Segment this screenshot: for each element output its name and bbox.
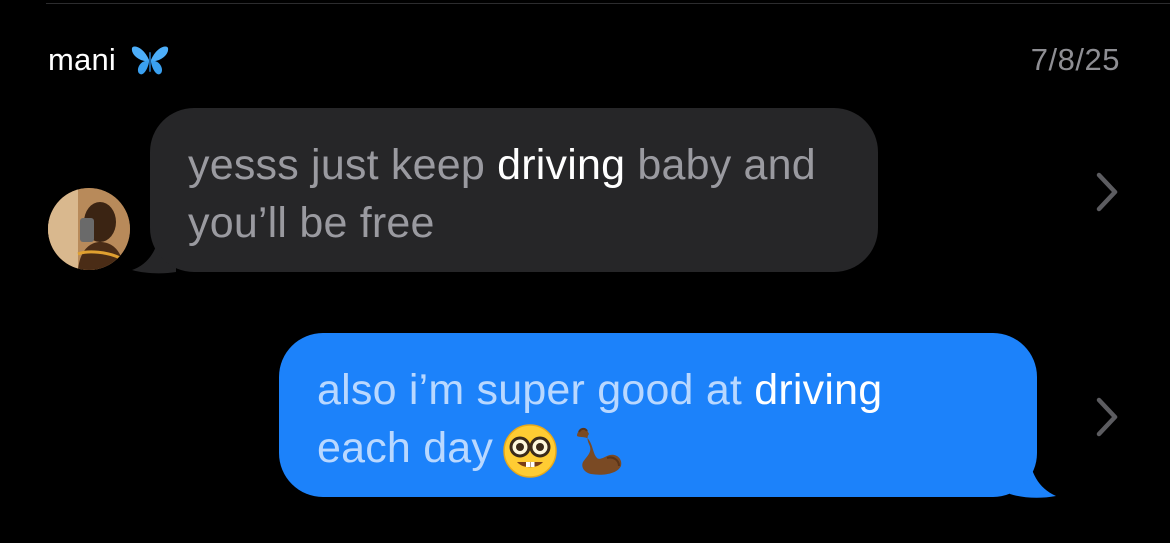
sender[interactable]: mani [48,40,170,80]
chevron-right-icon[interactable] [1094,396,1120,438]
contact-avatar[interactable] [48,188,130,270]
message-date: 7/8/25 [1030,42,1120,77]
nerd-face-emoji-icon [503,423,557,478]
conversation-header: mani 7/8/25 [48,40,1120,86]
outgoing-message-bubble[interactable]: also i’m super good at driving each day [279,333,1037,497]
highlighted-word-link[interactable]: driving [497,141,625,189]
top-divider [46,3,1170,4]
sender-name: mani [48,42,116,77]
flexed-biceps-emoji-icon [577,427,622,475]
outgoing-message-text: also i’m super good at driving each day [317,361,1007,480]
message-text-segment: also i’m super good at [317,366,755,414]
butterfly-icon [131,46,169,75]
incoming-message-text: yesss just keep driving baby and you’ll … [188,136,848,252]
avatar-photo [48,188,130,270]
message-text-segment: yesss just keep [188,141,498,189]
incoming-message-bubble[interactable]: yesss just keep driving baby and you’ll … [150,108,878,272]
message-text-segment: each day [317,424,494,472]
chevron-right-icon[interactable] [1094,171,1120,213]
highlighted-word-link[interactable]: driving [754,366,882,414]
